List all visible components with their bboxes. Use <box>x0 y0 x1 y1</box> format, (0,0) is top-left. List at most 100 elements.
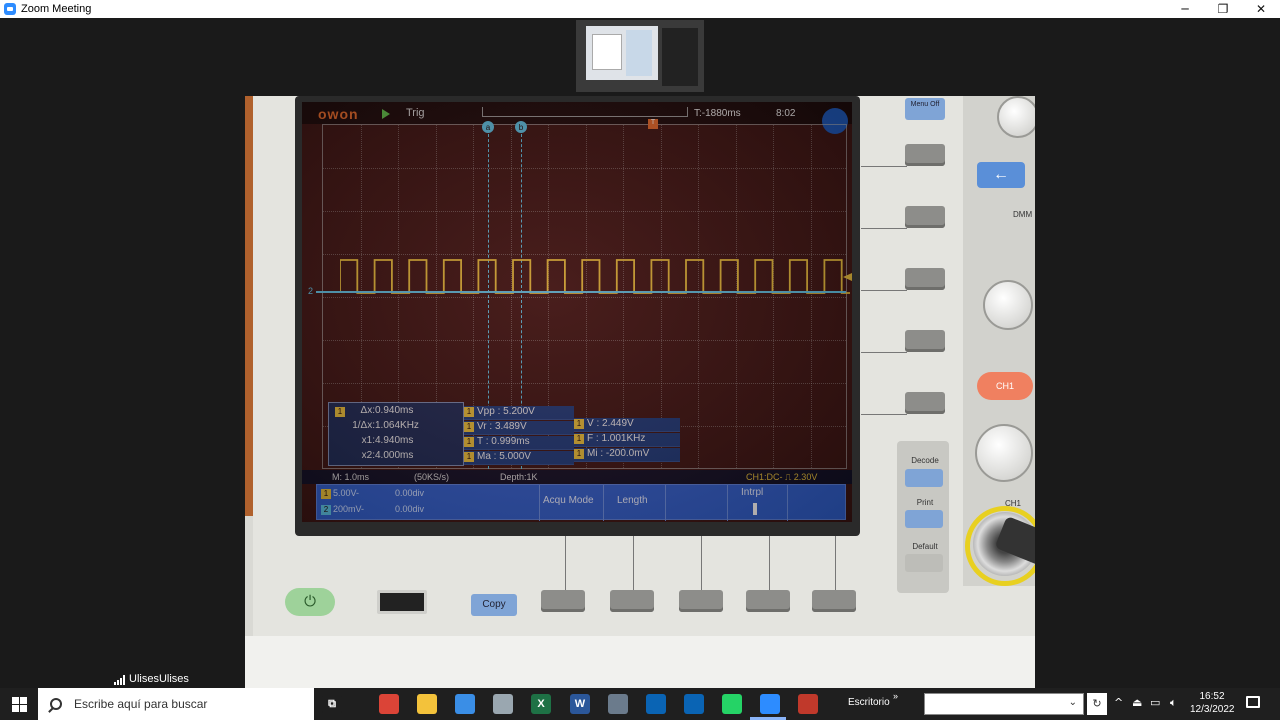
task-view-icon[interactable]: ⧉ <box>322 694 342 714</box>
taskbar-search[interactable] <box>38 688 314 720</box>
cursor-row: x2: 4.000ms <box>361 450 414 461</box>
multipurpose-knob[interactable] <box>997 96 1035 138</box>
zoom-app-icon <box>4 3 16 15</box>
menu-off-button[interactable]: Menu Off <box>905 98 945 120</box>
chrome-icon[interactable] <box>379 694 399 714</box>
volts-div-knob[interactable] <box>975 424 1033 482</box>
bottom-button-3[interactable] <box>679 590 723 612</box>
timebase-readout: M: 1.0ms <box>332 472 370 482</box>
meeting-area: owon Trig T:-1880ms 8:02 a b T 2 1 Δx: 0.… <box>0 18 1280 688</box>
print-button[interactable] <box>905 510 943 528</box>
usb-eject-icon[interactable]: ⏏ <box>1132 696 1142 709</box>
decode-label: Decode <box>911 456 939 465</box>
ch2-trace <box>316 291 846 293</box>
bottom-button-1[interactable] <box>541 590 585 612</box>
grid-hline <box>323 383 846 384</box>
cursor-row: Δx: 0.940ms <box>360 405 414 416</box>
show-hidden-icons[interactable]: ^ <box>1114 696 1123 709</box>
window-controls: ─ ❐ ✕ <box>1166 0 1280 18</box>
side-button-4[interactable] <box>905 330 945 352</box>
windows-taskbar: ⧉ XW Escritorio » ⌄ ↻ ^ ⏏ ▭ 🔈︎ 16:52 12/3… <box>0 688 1280 720</box>
default-button[interactable] <box>905 554 943 572</box>
acqu-mode-option[interactable]: Acqu Mode <box>543 495 594 506</box>
sample-rate-readout: (50KS/s) <box>414 472 450 482</box>
print-label: Print <box>916 498 934 507</box>
cursor-b-marker[interactable]: b <box>515 121 527 133</box>
cursor-a-marker[interactable]: a <box>482 121 494 133</box>
cursor-measurements: 1 Δx: 0.940ms 1/Δx: 1.064KHz x1: 4.940ms x2… <box>328 402 464 466</box>
ch1-button[interactable]: CH1 <box>977 372 1033 400</box>
depth-readout: Depth:1K <box>500 472 538 482</box>
copy-button[interactable]: Copy <box>471 594 517 616</box>
recorder-icon[interactable] <box>798 694 818 714</box>
side-button-5[interactable] <box>905 392 945 414</box>
file-explorer-icon[interactable] <box>417 694 437 714</box>
oscilloscope-screen: owon Trig T:-1880ms 8:02 a b T 2 1 Δx: 0.… <box>302 102 852 522</box>
run-status-icon <box>382 109 390 119</box>
acquire-menu: 1 5.00V- 0.00div 2 200mV- 0.00div Acqu Mod… <box>316 484 846 521</box>
trigger-readout: CH1:DC- ⎍ 2.30V <box>746 472 818 482</box>
settings-icon[interactable] <box>493 694 513 714</box>
address-toolbar[interactable]: ⌄ <box>924 693 1084 715</box>
ch2-scale-row: 2 200mV- 0.00div <box>321 504 461 518</box>
calculator-icon[interactable] <box>608 694 628 714</box>
excel-icon[interactable]: X <box>531 694 551 714</box>
status-line: M: 1.0ms (50KS/s) Depth:1K CH1:DC- ⎍ 2.3… <box>302 470 852 484</box>
bottom-button-2[interactable] <box>610 590 654 612</box>
back-arrow-button[interactable]: ← <box>977 162 1025 188</box>
measurement-row: 1F : 1.001KHz <box>574 433 680 447</box>
notification-icon[interactable] <box>1246 696 1260 708</box>
side-button-3[interactable] <box>905 268 945 290</box>
zoom-icon[interactable] <box>760 694 780 714</box>
measurement-row: 1 Ma : 5.000V <box>464 451 574 465</box>
signal-strength-icon <box>114 675 125 685</box>
mail-icon[interactable] <box>684 694 704 714</box>
restore-button[interactable]: ❐ <box>1204 0 1242 18</box>
intrpl-indicator <box>753 503 757 515</box>
clock-time: 16:52 <box>1199 691 1225 702</box>
measurements-right: 1V : 2.449V 1F : 1.001KHz 1 Mi : -200.0mV <box>574 418 680 464</box>
side-button-1[interactable] <box>905 144 945 166</box>
bottom-button-5[interactable] <box>812 590 856 612</box>
power-button[interactable]: ⏻ <box>285 588 335 616</box>
participant-label: UlisesUlises <box>114 673 189 685</box>
measurement-row: 1V : 2.449V <box>574 418 680 432</box>
decode-button[interactable] <box>905 469 943 487</box>
trig-status: Trig <box>406 107 425 119</box>
shared-screen-thumbnail[interactable] <box>576 20 704 92</box>
ch1-scale-row: 1 5.00V- 0.00div <box>321 488 461 502</box>
store-icon[interactable] <box>455 694 475 714</box>
grid-hline <box>323 340 846 341</box>
measurement-row: 1 Vr : 3.489V <box>464 421 574 435</box>
refresh-icon[interactable]: ↻ <box>1087 693 1107 715</box>
window-titlebar: Zoom Meeting ─ ❐ ✕ <box>0 0 1280 18</box>
volume-icon[interactable]: 🔈︎ <box>1170 696 1177 710</box>
clock-date: 12/3/2022 <box>1190 704 1235 715</box>
whatsapp-icon[interactable] <box>722 694 742 714</box>
length-option[interactable]: Length <box>617 495 648 506</box>
cursor-row: 1/Δx: 1.064KHz <box>352 420 419 431</box>
intrpl-option[interactable]: Intrpl <box>741 487 763 498</box>
network-icon[interactable]: ▭ <box>1150 696 1160 709</box>
time-position: T:-1880ms <box>694 108 741 119</box>
osc-clock: 8:02 <box>776 108 796 119</box>
dmm-label: DMM <box>1013 210 1033 219</box>
close-button[interactable]: ✕ <box>1242 0 1280 18</box>
toolbar-expand-icon[interactable]: » <box>893 691 898 701</box>
chevron-down-icon: ⌄ <box>1068 697 1077 708</box>
start-button[interactable] <box>0 688 38 720</box>
taskbar-clock[interactable]: 16:52 12/3/2022 <box>1190 690 1235 716</box>
desktop-toolbar-label[interactable]: Escritorio <box>848 697 890 708</box>
brand-logo: owon <box>318 106 359 122</box>
outlook-app-icon[interactable] <box>646 694 666 714</box>
word-icon[interactable]: W <box>570 694 590 714</box>
measurement-row: 1 Vpp : 5.200V <box>464 406 574 420</box>
ch2-ground-marker: 2 <box>308 286 314 296</box>
position-knob[interactable] <box>983 280 1033 330</box>
side-button-2[interactable] <box>905 206 945 228</box>
search-input[interactable] <box>74 697 294 711</box>
cursor-row: x1: 4.940ms <box>361 435 414 446</box>
window-title: Zoom Meeting <box>21 3 92 15</box>
minimize-button[interactable]: ─ <box>1166 0 1204 18</box>
bottom-button-4[interactable] <box>746 590 790 612</box>
